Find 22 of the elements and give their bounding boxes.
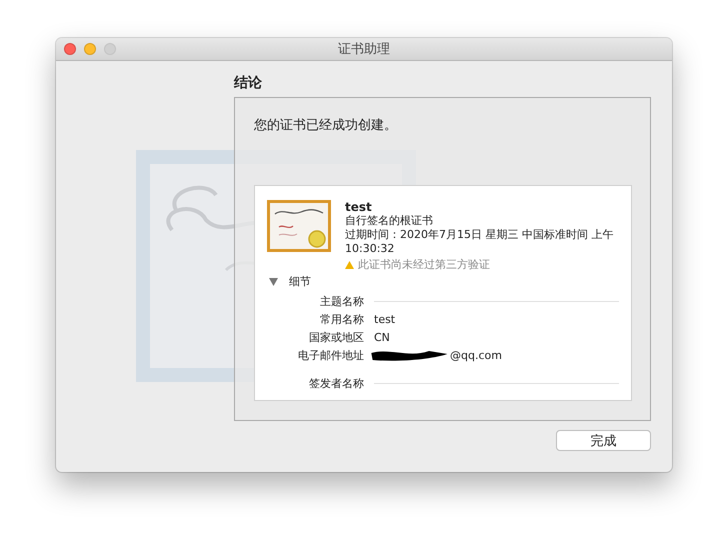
certificate-type: 自行签名的根证书 xyxy=(345,214,434,228)
window-title: 证书助理 xyxy=(338,41,390,58)
certificate-name: test xyxy=(345,200,373,214)
success-message: 您的证书已经成功创建。 xyxy=(254,117,398,135)
certificate-icon xyxy=(267,200,331,252)
close-button[interactable] xyxy=(64,43,76,55)
field-label: 国家或地区 xyxy=(308,330,364,344)
field-label: 主题名称 xyxy=(319,294,364,308)
warning-icon xyxy=(345,261,354,269)
expiry-date: 过期时间：2020年7月15日 星期三 中国标准时间 上午 10:30:32 xyxy=(345,228,614,256)
disclosure-triangle-icon[interactable] xyxy=(269,278,278,286)
field-value: test xyxy=(374,312,396,326)
details-label: 细节 xyxy=(289,274,311,289)
field-label: 电子邮件地址 xyxy=(297,348,364,362)
field-value: @qq.com xyxy=(450,348,502,362)
warning-text: 此证书尚未经过第三方验证 xyxy=(358,258,490,272)
field-label: 常用名称 xyxy=(319,312,364,326)
field-label: 签发者名称 xyxy=(308,376,364,390)
minimize-button[interactable] xyxy=(84,43,96,55)
done-button[interactable]: 完成 xyxy=(556,430,651,451)
section-heading: 结论 xyxy=(234,74,263,93)
field-value: CN xyxy=(374,330,390,344)
